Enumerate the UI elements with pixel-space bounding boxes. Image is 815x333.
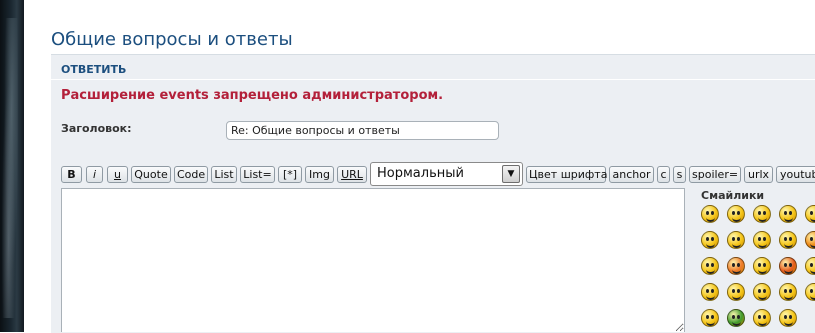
list-item-button[interactable]: [*] bbox=[278, 166, 302, 183]
mad-smiley-icon[interactable] bbox=[805, 257, 815, 275]
grin-smiley-icon[interactable] bbox=[701, 205, 719, 223]
dropdown-arrow-icon[interactable]: ▼ bbox=[502, 165, 520, 183]
urlx-button[interactable]: urlx bbox=[744, 166, 773, 183]
bold-button[interactable]: B bbox=[61, 166, 82, 183]
anchor-button[interactable]: anchor bbox=[609, 166, 654, 183]
font-color-button[interactable]: Цвет шрифта bbox=[526, 166, 607, 183]
divider bbox=[51, 79, 815, 80]
sad-smiley-icon[interactable] bbox=[727, 257, 745, 275]
green-smiley-icon[interactable] bbox=[727, 309, 745, 327]
font-size-select-value: Нормальный bbox=[377, 166, 464, 181]
rolleyes-smiley-icon[interactable] bbox=[701, 309, 719, 327]
arrow-icon[interactable] bbox=[805, 283, 815, 301]
wink-smiley-icon[interactable] bbox=[753, 205, 771, 223]
eek-smiley-icon[interactable] bbox=[701, 283, 719, 301]
cool-smiley-icon[interactable] bbox=[753, 231, 771, 249]
idea-icon[interactable] bbox=[779, 283, 797, 301]
italic-button[interactable]: i bbox=[86, 166, 103, 183]
teeth-smiley-icon[interactable] bbox=[753, 309, 771, 327]
ordered-list-button[interactable]: List= bbox=[240, 166, 275, 183]
url-button[interactable]: URL bbox=[337, 166, 367, 183]
spoiler-button[interactable]: spoiler= bbox=[689, 166, 741, 183]
message-textarea[interactable] bbox=[61, 188, 685, 332]
surprised-smiley-icon[interactable] bbox=[779, 205, 797, 223]
smilies-grid bbox=[698, 203, 815, 332]
underline-button[interactable]: u bbox=[107, 166, 128, 183]
youtube-button[interactable]: youtube bbox=[776, 166, 815, 183]
question-icon[interactable] bbox=[753, 283, 771, 301]
bbcode-toolbar: B i u Quote Code List List= [*] Img URL … bbox=[61, 162, 815, 186]
page-title: Общие вопросы и ответы bbox=[51, 29, 293, 50]
s-button[interactable]: s bbox=[673, 166, 686, 183]
exclaim-icon[interactable] bbox=[727, 283, 745, 301]
confused-smiley-icon[interactable] bbox=[727, 231, 745, 249]
glasses-smiley-icon[interactable] bbox=[701, 231, 719, 249]
extension-disabled-warning: Расширение events запрещено администрато… bbox=[61, 88, 444, 103]
smile-smiley-icon[interactable] bbox=[701, 257, 719, 275]
list-button[interactable]: List bbox=[211, 166, 237, 183]
happy-smiley-icon[interactable] bbox=[727, 205, 745, 223]
laugh-smiley-icon[interactable] bbox=[805, 205, 815, 223]
background-photo-strip bbox=[0, 0, 24, 332]
font-size-select[interactable]: Нормальный ▼ bbox=[370, 162, 523, 186]
reply-header: ОТВЕТИТЬ bbox=[61, 63, 127, 76]
subject-label: Заголовок: bbox=[61, 122, 132, 135]
subject-input[interactable] bbox=[226, 121, 499, 140]
nerd-smiley-icon[interactable] bbox=[779, 309, 797, 327]
angry-smiley-icon[interactable] bbox=[805, 231, 815, 249]
quote-button[interactable]: Quote bbox=[131, 166, 171, 183]
code-button[interactable]: Code bbox=[174, 166, 208, 183]
evil-smiley-icon[interactable] bbox=[779, 257, 797, 275]
smilies-title: Смайлики bbox=[701, 189, 765, 202]
neutral-smiley-icon[interactable] bbox=[753, 257, 771, 275]
tongue-smiley-icon[interactable] bbox=[779, 231, 797, 249]
c-button[interactable]: c bbox=[657, 166, 670, 183]
image-button[interactable]: Img bbox=[305, 166, 334, 183]
